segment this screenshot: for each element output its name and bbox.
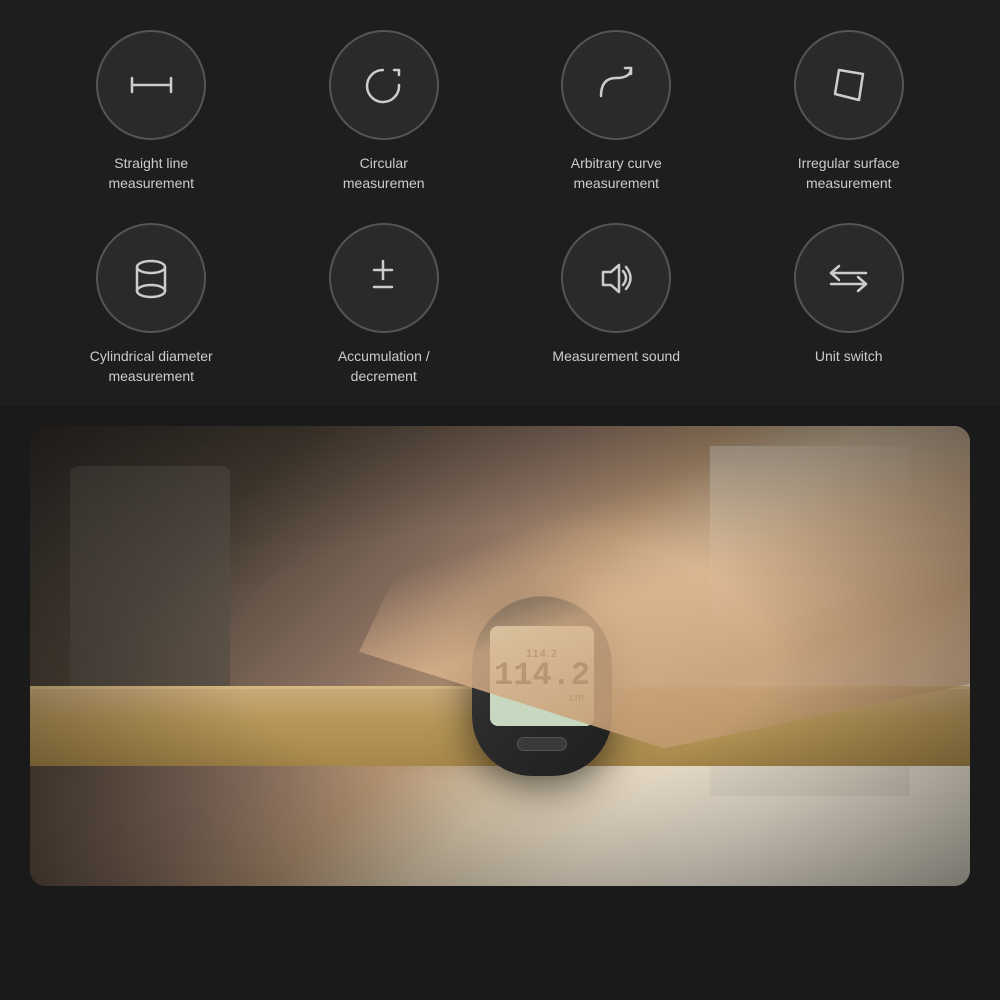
- page-container: Straight line measurement Circular measu…: [0, 0, 1000, 886]
- arbitrary-curve-circle: [561, 30, 671, 140]
- feature-arbitrary-curve: Arbitrary curve measurement: [505, 30, 728, 193]
- feature-circular: Circular measuremen: [273, 30, 496, 193]
- irregular-surface-label: Irregular surface measurement: [784, 154, 914, 193]
- feature-unit-switch: Unit switch: [738, 223, 961, 386]
- unit-switch-icon: [821, 251, 876, 306]
- circular-label: Circular measuremen: [319, 154, 449, 193]
- unit-switch-label: Unit switch: [815, 347, 883, 367]
- cylindrical-label: Cylindrical diameter measurement: [86, 347, 216, 386]
- unit-switch-circle: [794, 223, 904, 333]
- product-photo-section: 114.2 114.2 cm: [30, 426, 970, 886]
- accumulation-label: Accumulation / decrement: [319, 347, 449, 386]
- features-section: Straight line measurement Circular measu…: [0, 0, 1000, 406]
- feature-straight-line: Straight line measurement: [40, 30, 263, 193]
- icons-grid: Straight line measurement Circular measu…: [40, 30, 960, 386]
- circular-circle: [329, 30, 439, 140]
- feature-accumulation: Accumulation / decrement: [273, 223, 496, 386]
- straight-line-icon: [124, 58, 179, 113]
- measurement-sound-icon: [589, 251, 644, 306]
- accumulation-circle: [329, 223, 439, 333]
- arbitrary-curve-label: Arbitrary curve measurement: [551, 154, 681, 193]
- accumulation-icon: [356, 251, 411, 306]
- straight-line-circle: [96, 30, 206, 140]
- arbitrary-curve-icon: [589, 58, 644, 113]
- measurement-sound-label: Measurement sound: [552, 347, 680, 367]
- feature-cylindrical: Cylindrical diameter measurement: [40, 223, 263, 386]
- feature-irregular-surface: Irregular surface measurement: [738, 30, 961, 193]
- photo-container: 114.2 114.2 cm: [30, 426, 970, 886]
- circular-icon: [356, 58, 411, 113]
- cylindrical-icon: [124, 251, 179, 306]
- irregular-surface-circle: [794, 30, 904, 140]
- feature-measurement-sound: Measurement sound: [505, 223, 728, 386]
- measurement-sound-circle: [561, 223, 671, 333]
- cylindrical-circle: [96, 223, 206, 333]
- irregular-surface-icon: [821, 58, 876, 113]
- device-wheel: [517, 737, 567, 751]
- straight-line-label: Straight line measurement: [86, 154, 216, 193]
